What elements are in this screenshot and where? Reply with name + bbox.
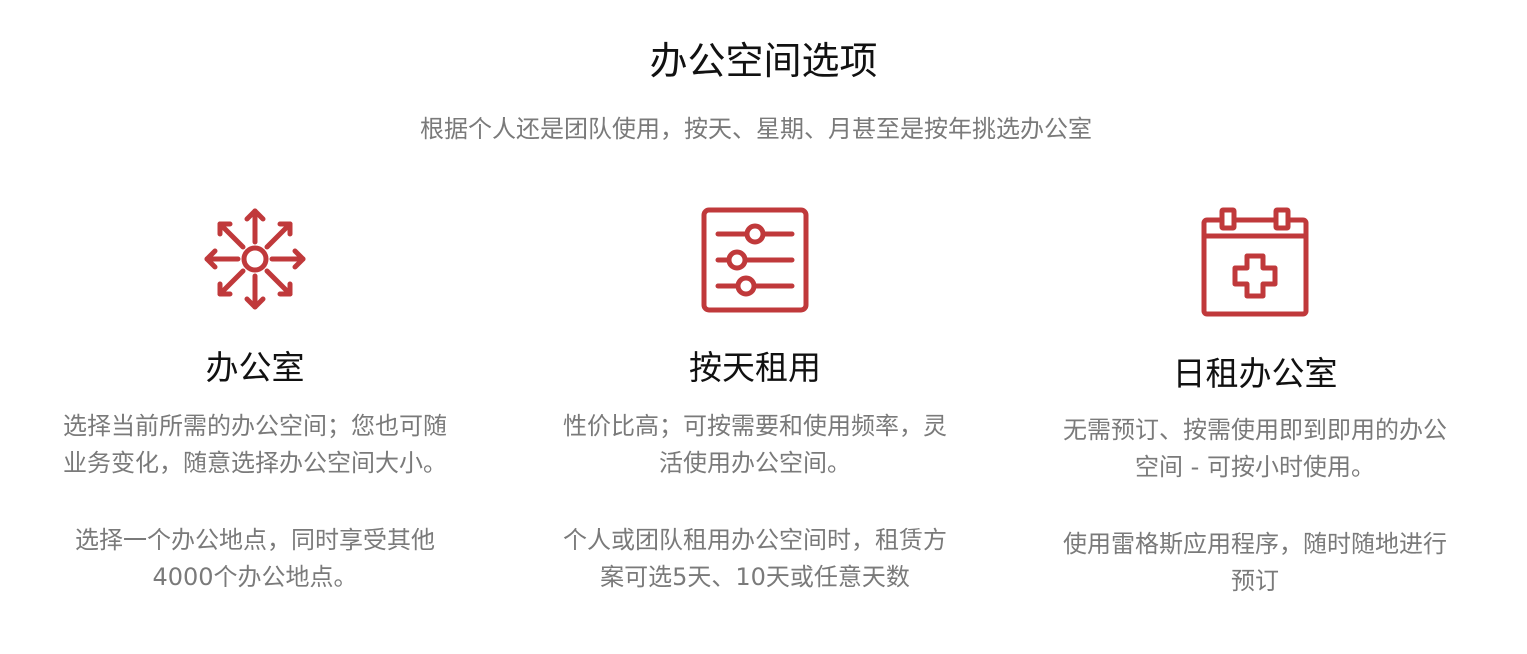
desc-line: 无需预订、按需使用即到即用的办公 <box>1063 416 1447 444</box>
desc-line: 预订 <box>1231 567 1279 595</box>
desc-line: 业务变化，随意选择办公空间大小。 <box>63 449 447 477</box>
desc-line: 性价比高；可按需要和使用频率，灵 <box>563 412 947 440</box>
desc-line: 选择当前所需的办公空间；您也可随 <box>63 412 447 440</box>
option-office: 办公室 选择当前所需的办公空间；您也可随 业务变化，随意选择办公空间大小。 选择… <box>35 0 475 654</box>
desc-line: 个人或团队租用办公空间时，租赁方 <box>563 526 947 554</box>
desc-line: 使用雷格斯应用程序，随时随地进行 <box>1063 530 1447 558</box>
sliders-icon <box>700 206 810 314</box>
expand-arrows-icon <box>202 206 308 312</box>
option-title: 日租办公室 <box>1172 354 1338 393</box>
option-day-office: 日租办公室 无需预订、按需使用即到即用的办公 空间 - 可按小时使用。 使用雷格… <box>1035 0 1475 654</box>
desc-line: 选择一个办公地点，同时享受其他 <box>75 526 435 554</box>
option-description: 选择当前所需的办公空间；您也可随 业务变化，随意选择办公空间大小。 <box>35 408 475 482</box>
option-description: 个人或团队租用办公空间时，租赁方 案可选5天、10天或任意天数 <box>535 522 975 596</box>
desc-line: 4000个办公地点。 <box>152 563 358 591</box>
desc-line: 活使用办公空间。 <box>659 449 851 477</box>
option-title: 办公室 <box>205 348 305 387</box>
desc-line: 空间 - 可按小时使用。 <box>1135 453 1375 481</box>
option-title: 按天租用 <box>689 348 821 387</box>
option-description: 性价比高；可按需要和使用频率，灵 活使用办公空间。 <box>535 408 975 482</box>
option-description: 选择一个办公地点，同时享受其他 4000个办公地点。 <box>35 522 475 596</box>
option-description: 使用雷格斯应用程序，随时随地进行 预订 <box>1035 526 1475 600</box>
option-description: 无需预订、按需使用即到即用的办公 空间 - 可按小时使用。 <box>1035 412 1475 486</box>
option-daily-rental: 按天租用 性价比高；可按需要和使用频率，灵 活使用办公空间。 个人或团队租用办公… <box>535 0 975 654</box>
calendar-plus-icon <box>1200 206 1310 318</box>
desc-line: 案可选5天、10天或任意天数 <box>600 563 910 591</box>
